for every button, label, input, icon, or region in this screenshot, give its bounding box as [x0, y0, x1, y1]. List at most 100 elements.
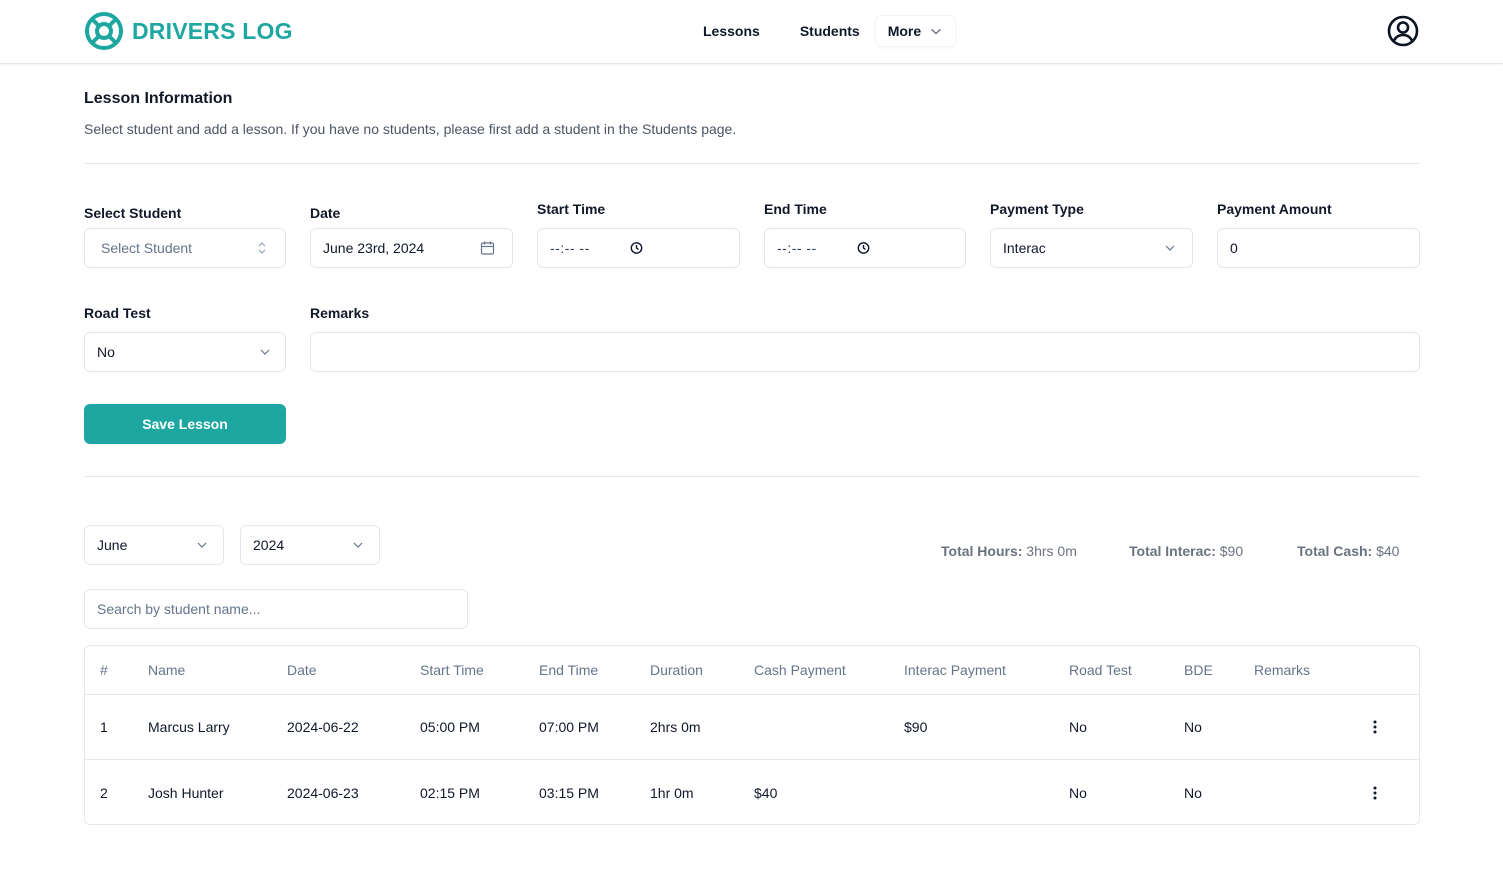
chevron-up-down-icon — [257, 241, 267, 255]
cell-start-time: 02:15 PM — [420, 784, 480, 801]
table-header: # Name Date Start Time End Time Duration… — [85, 646, 1419, 695]
row-actions-menu[interactable] — [1367, 783, 1383, 803]
col-bde: BDE — [1184, 662, 1213, 678]
user-circle-icon — [1387, 15, 1419, 47]
table-row: 2 Josh Hunter 2024-06-23 02:15 PM 03:15 … — [85, 760, 1419, 824]
end-time-label: End Time — [764, 201, 827, 217]
chevron-down-icon — [931, 28, 941, 35]
month-value: June — [97, 537, 128, 553]
account-button[interactable] — [1386, 14, 1420, 48]
payment-amount-label: Payment Amount — [1217, 201, 1332, 217]
col-number: # — [100, 662, 108, 678]
date-picker[interactable]: June 23rd, 2024 — [310, 228, 513, 268]
total-interac: Total Interac: $90 — [1129, 543, 1243, 559]
cell-date: 2024-06-22 — [287, 719, 359, 735]
start-time-input[interactable]: --:-- -- — [537, 228, 740, 268]
chevron-down-icon — [1164, 242, 1176, 254]
col-road-test: Road Test — [1069, 662, 1132, 678]
cell-number: 2 — [100, 784, 108, 801]
cell-date: 2024-06-23 — [287, 784, 359, 801]
end-time-input[interactable]: --:-- -- — [764, 228, 966, 268]
payment-amount-input[interactable]: 0 — [1217, 228, 1420, 268]
top-navbar: DRIVERS LOG Lessons Students More — [0, 0, 1503, 64]
student-search-input[interactable]: Search by student name... — [84, 589, 468, 629]
total-hours-label: Total Hours: — [941, 543, 1023, 559]
start-time-value: --:-- -- — [550, 240, 590, 256]
total-cash-value: $40 — [1376, 543, 1400, 559]
col-name: Name — [148, 662, 186, 678]
remarks-input[interactable] — [310, 332, 1420, 372]
more-vertical-icon — [1373, 720, 1377, 734]
divider — [84, 163, 1420, 164]
total-hours-value: 3hrs 0m — [1026, 543, 1077, 559]
year-select[interactable]: 2024 — [240, 525, 380, 565]
cell-road-test: No — [1069, 784, 1087, 801]
cell-cash-payment: $40 — [754, 784, 778, 801]
cell-road-test: No — [1069, 719, 1087, 735]
nav-lessons[interactable]: Lessons — [690, 15, 773, 47]
chevron-down-icon — [196, 539, 208, 551]
date-label: Date — [310, 205, 341, 221]
table-row: 1 Marcus Larry 2024-06-22 05:00 PM 07:00… — [85, 695, 1419, 760]
date-value: June 23rd, 2024 — [323, 240, 425, 256]
calendar-icon — [480, 241, 495, 256]
year-value: 2024 — [253, 537, 285, 553]
lifebuoy-icon — [85, 12, 123, 50]
col-end-time: End Time — [539, 662, 599, 678]
remarks-label: Remarks — [310, 305, 370, 321]
cell-duration: 1hr 0m — [650, 784, 694, 801]
end-time-value: --:-- -- — [777, 240, 817, 256]
nav-more-dropdown[interactable]: More — [874, 15, 957, 47]
search-placeholder: Search by student name... — [97, 601, 261, 617]
brand-name: DRIVERS LOG — [132, 17, 293, 44]
select-student-label: Select Student — [84, 205, 182, 221]
road-test-value: No — [97, 344, 115, 360]
main-nav: Lessons Students More — [690, 15, 957, 47]
cell-end-time: 07:00 PM — [539, 719, 599, 735]
nav-students[interactable]: Students — [787, 15, 873, 47]
brand-logo[interactable]: DRIVERS LOG — [84, 11, 293, 51]
chevron-down-icon — [259, 346, 271, 358]
total-cash-label: Total Cash: — [1297, 543, 1373, 559]
payment-type-label: Payment Type — [990, 201, 1084, 217]
col-start-time: Start Time — [420, 662, 484, 678]
more-vertical-icon — [1373, 786, 1377, 799]
col-remarks: Remarks — [1254, 662, 1311, 678]
col-cash-payment: Cash Payment — [754, 662, 846, 678]
total-hours: Total Hours: 3hrs 0m — [941, 543, 1077, 559]
total-cash: Total Cash: $40 — [1297, 543, 1399, 559]
cell-name: Marcus Larry — [148, 719, 230, 735]
col-interac-payment: Interac Payment — [904, 662, 1006, 678]
chevron-down-icon — [352, 539, 364, 551]
road-test-select[interactable]: No — [84, 332, 286, 372]
total-interac-label: Total Interac: — [1129, 543, 1216, 559]
start-time-label: Start Time — [537, 201, 606, 217]
col-date: Date — [287, 662, 317, 678]
cell-interac-payment: $90 — [904, 719, 928, 735]
month-select[interactable]: June — [84, 525, 224, 565]
select-student-dropdown[interactable]: Select Student — [84, 228, 286, 268]
cell-bde: No — [1184, 784, 1202, 801]
clock-icon[interactable] — [630, 242, 643, 255]
row-actions-menu[interactable] — [1367, 717, 1383, 737]
select-student-placeholder: Select Student — [101, 240, 193, 256]
col-duration: Duration — [650, 662, 703, 678]
total-interac-value: $90 — [1219, 543, 1244, 559]
cell-bde: No — [1184, 719, 1202, 735]
save-lesson-button[interactable]: Save Lesson — [84, 404, 286, 444]
cell-end-time: 03:15 PM — [539, 784, 599, 801]
cell-name: Josh Hunter — [148, 784, 224, 801]
payment-type-value: Interac — [1003, 240, 1046, 256]
cell-duration: 2hrs 0m — [650, 719, 701, 735]
payment-type-select[interactable]: Interac — [990, 228, 1193, 268]
clock-icon[interactable] — [857, 242, 870, 255]
lessons-table: # Name Date Start Time End Time Duration… — [84, 645, 1420, 825]
cell-number: 1 — [100, 719, 108, 735]
payment-amount-value: 0 — [1230, 240, 1238, 256]
divider — [84, 476, 1420, 477]
road-test-label: Road Test — [84, 305, 151, 321]
cell-start-time: 05:00 PM — [420, 719, 480, 735]
nav-more-label: More — [887, 23, 922, 39]
section-description: Select student and add a lesson. If you … — [84, 121, 737, 137]
section-title: Lesson Information — [84, 90, 233, 107]
